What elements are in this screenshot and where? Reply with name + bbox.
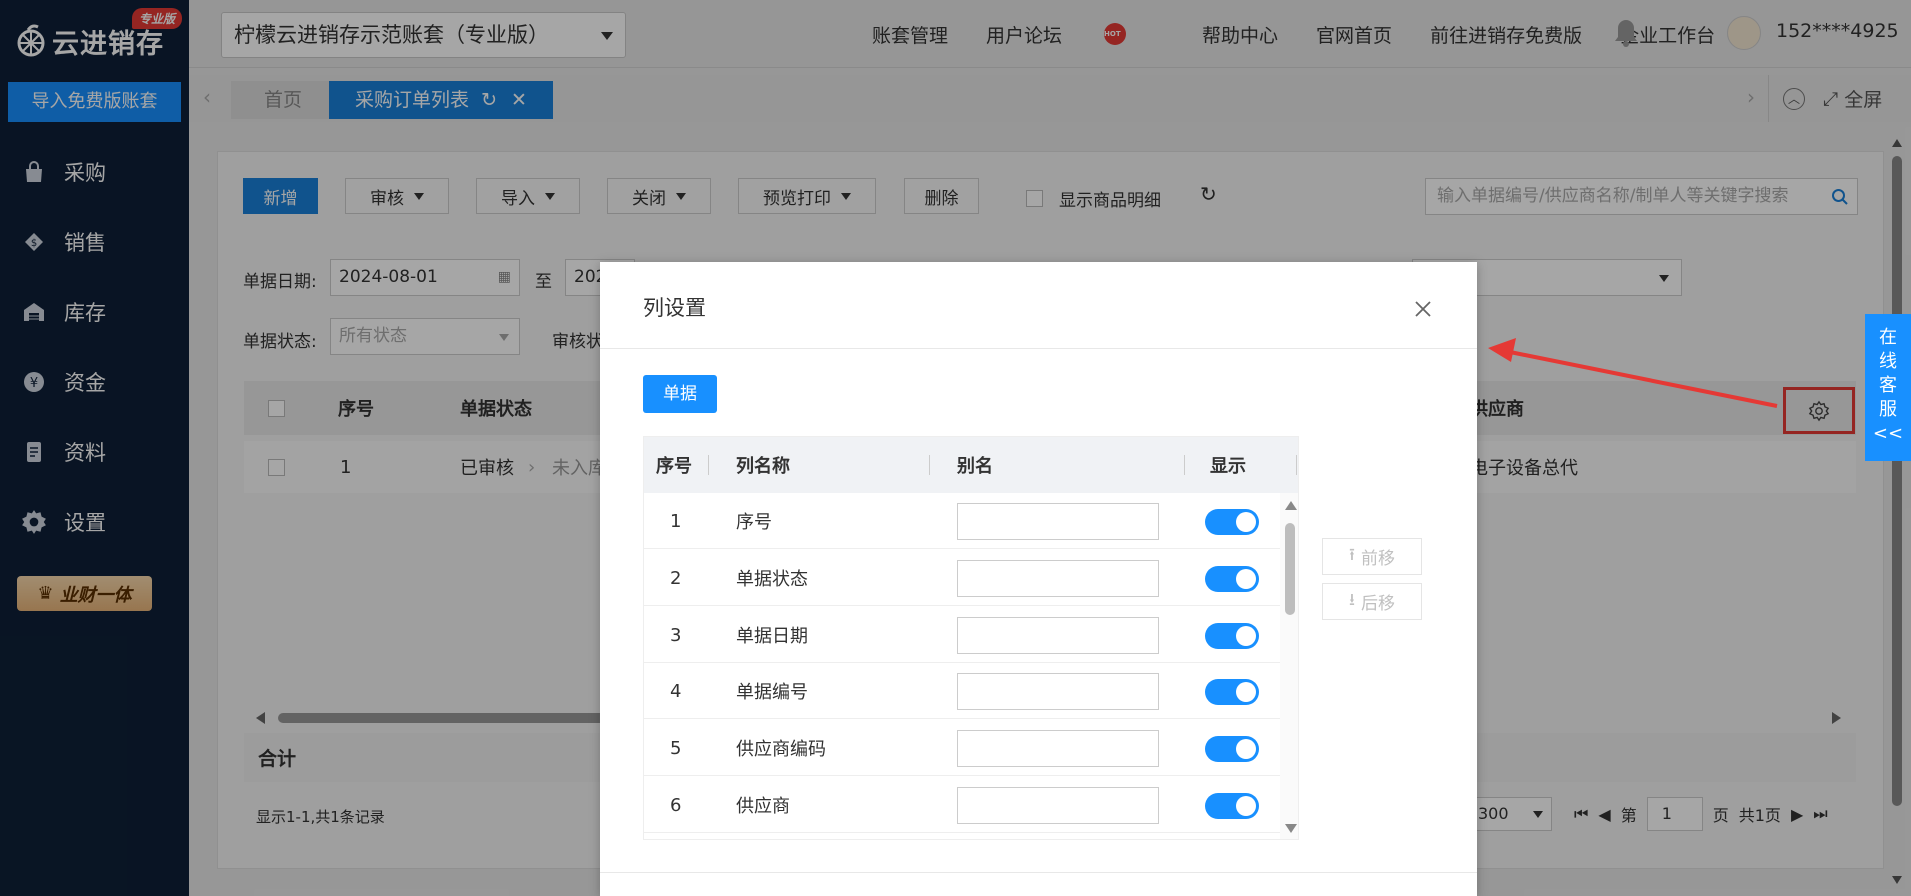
grid-row-no: 4 <box>670 680 682 702</box>
grid-row[interactable]: 5 供应商编码 <box>644 720 1280 776</box>
online-service-char: 服 <box>1879 399 1897 420</box>
online-service-button[interactable]: 在 线 客 服 << <box>1865 314 1911 461</box>
grid-header-name: 列名称 <box>736 456 790 477</box>
alias-input[interactable] <box>957 560 1159 597</box>
alias-input[interactable] <box>957 503 1159 540</box>
dialog-footer-divider <box>600 872 1477 873</box>
grid-row-no: 1 <box>670 510 682 532</box>
show-toggle[interactable] <box>1205 679 1259 705</box>
close-icon[interactable] <box>1413 299 1433 319</box>
scroll-down-icon[interactable] <box>1285 824 1297 833</box>
grid-row-name: 单据状态 <box>736 569 808 590</box>
show-toggle[interactable] <box>1205 566 1259 592</box>
grid-row-name: 单据日期 <box>736 626 808 647</box>
arrow-up-icon: ⭱ <box>1349 545 1355 565</box>
move-down-label: 后移 <box>1360 594 1395 614</box>
grid-row[interactable]: 3 单据日期 <box>644 607 1280 663</box>
alias-input[interactable] <box>957 673 1159 710</box>
grid-row-name: 单据编号 <box>736 682 808 703</box>
header-separator <box>708 455 709 475</box>
grid-row-no: 6 <box>670 794 682 816</box>
grid-row[interactable]: 2 单据状态 <box>644 550 1280 606</box>
move-up-button[interactable]: ⭱ 前移 <box>1322 538 1422 575</box>
grid-header-show: 显示 <box>1210 456 1246 477</box>
show-toggle[interactable] <box>1205 793 1259 819</box>
grid-row[interactable]: 6 供应商 <box>644 777 1280 833</box>
grid-row-no: 3 <box>670 624 682 646</box>
move-down-button[interactable]: ⭳ 后移 <box>1322 583 1422 620</box>
show-toggle[interactable] <box>1205 509 1259 535</box>
grid-header-alias: 别名 <box>957 456 993 477</box>
document-segment-button[interactable]: 单据 <box>643 375 717 413</box>
grid-row-name: 供应商编码 <box>736 739 826 760</box>
grid-row-name: 供应商 <box>736 796 790 817</box>
dialog-divider <box>600 348 1477 349</box>
show-toggle[interactable] <box>1205 623 1259 649</box>
column-settings-dialog: 列设置 单据 序号 列名称 别名 显示 1 序号 2 单据状态 3 单据日期 4… <box>600 262 1477 896</box>
online-service-collapse: << <box>1872 423 1904 444</box>
column-settings-grid: 序号 列名称 别名 显示 1 序号 2 单据状态 3 单据日期 4 单据编号 5… <box>643 436 1299 840</box>
online-service-char: 客 <box>1879 375 1897 396</box>
header-separator <box>929 455 930 475</box>
online-service-char: 线 <box>1879 351 1897 372</box>
dialog-title: 列设置 <box>643 296 706 320</box>
online-service-char: 在 <box>1879 327 1897 348</box>
show-toggle[interactable] <box>1205 736 1259 762</box>
grid-row[interactable]: 1 序号 <box>644 493 1280 549</box>
grid-header-no: 序号 <box>656 456 692 477</box>
alias-input[interactable] <box>957 617 1159 654</box>
arrow-down-icon: ⭳ <box>1349 590 1355 610</box>
grid-row[interactable]: 4 单据编号 <box>644 663 1280 719</box>
grid-header: 序号 列名称 别名 显示 <box>644 437 1298 493</box>
header-separator <box>1296 455 1297 475</box>
grid-row-no: 2 <box>670 567 682 589</box>
scroll-up-icon[interactable] <box>1285 501 1297 510</box>
header-separator <box>1184 455 1185 475</box>
grid-row-name: 序号 <box>736 512 772 533</box>
grid-vertical-scrollbar[interactable] <box>1280 493 1298 839</box>
alias-input[interactable] <box>957 787 1159 824</box>
grid-scroll-thumb[interactable] <box>1285 523 1295 615</box>
move-up-label: 前移 <box>1360 549 1395 569</box>
alias-input[interactable] <box>957 730 1159 767</box>
grid-row-no: 5 <box>670 737 682 759</box>
